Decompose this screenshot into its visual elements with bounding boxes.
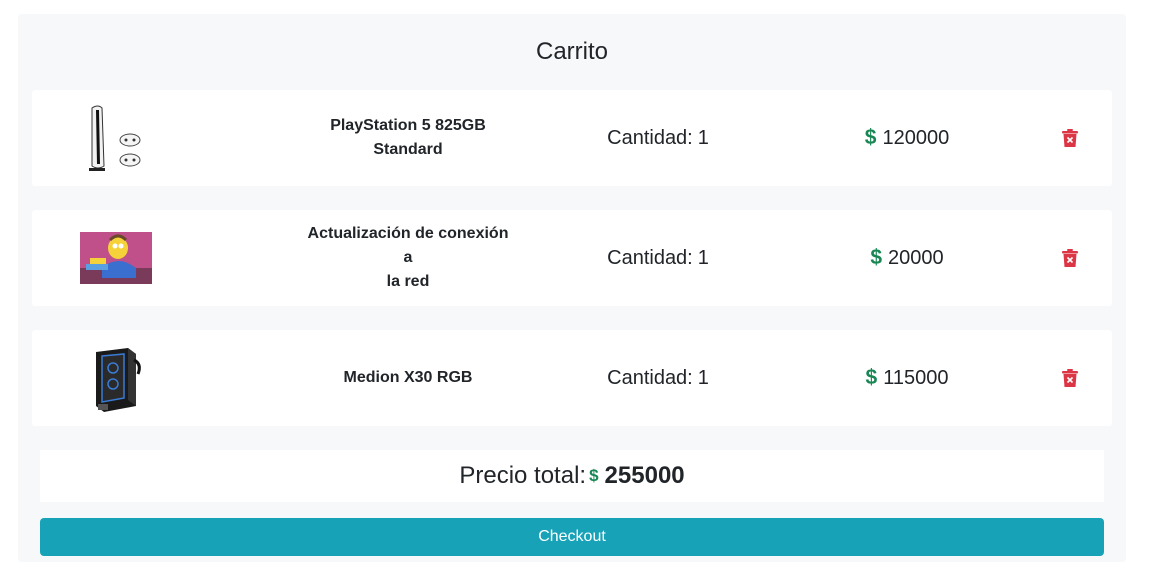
trash-icon bbox=[1062, 249, 1078, 267]
item-quantity: Cantidad: 1 bbox=[572, 90, 744, 186]
total-label: Precio total: bbox=[459, 462, 587, 489]
quantity-value: 1 bbox=[697, 246, 709, 269]
dollar-icon: $ bbox=[864, 126, 877, 149]
quantity-label: Cantidad: bbox=[607, 246, 693, 269]
cartoon-character-image bbox=[80, 232, 152, 284]
delete-item-button[interactable] bbox=[1058, 126, 1082, 150]
playstation-5-image bbox=[89, 105, 141, 171]
price-value: 115000 bbox=[883, 366, 949, 389]
cart-item-row: PlayStation 5 825GB Standard Cantidad: 1… bbox=[32, 90, 1112, 186]
cart-item-row: Actualización de conexión a la red Canti… bbox=[32, 210, 1112, 306]
total-value: 255000 bbox=[604, 462, 685, 489]
item-name-line1: Medion X30 RGB bbox=[343, 369, 473, 386]
item-price: $ 120000 bbox=[822, 90, 992, 186]
item-name: Actualización de conexión a la red bbox=[302, 210, 514, 306]
quantity-label: Cantidad: bbox=[607, 366, 693, 389]
quantity-label: Cantidad: bbox=[607, 126, 693, 149]
price-value: 20000 bbox=[888, 246, 944, 269]
item-price: $ 115000 bbox=[822, 330, 992, 426]
trash-icon bbox=[1062, 129, 1078, 147]
item-name-line1: PlayStation 5 825GB bbox=[330, 117, 486, 134]
total-price-box: Precio total: $ 255000 bbox=[40, 450, 1104, 502]
item-name-line1: Actualización de conexión a bbox=[307, 225, 509, 266]
item-name-line2: la red bbox=[386, 273, 430, 290]
trash-icon bbox=[1062, 369, 1078, 387]
delete-item-button[interactable] bbox=[1058, 366, 1082, 390]
item-name: PlayStation 5 825GB Standard bbox=[302, 90, 514, 186]
cart-title: Carrito bbox=[535, 38, 608, 65]
item-quantity: Cantidad: 1 bbox=[572, 210, 744, 306]
dollar-icon: $ bbox=[870, 246, 883, 269]
item-name-line2: Standard bbox=[373, 141, 443, 158]
cart-item-row: Medion X30 RGB Cantidad: 1 $ 115000 bbox=[32, 330, 1112, 426]
delete-item-button[interactable] bbox=[1058, 246, 1082, 270]
quantity-value: 1 bbox=[697, 126, 709, 149]
quantity-value: 1 bbox=[697, 366, 709, 389]
item-price: $ 20000 bbox=[822, 210, 992, 306]
pc-tower-image bbox=[96, 348, 141, 412]
item-quantity: Cantidad: 1 bbox=[572, 330, 744, 426]
dollar-icon: $ bbox=[589, 466, 599, 485]
item-name: Medion X30 RGB bbox=[302, 330, 514, 426]
dollar-icon: $ bbox=[865, 366, 878, 389]
price-value: 120000 bbox=[882, 126, 950, 149]
cart-panel: Carrito PlayStation 5 825GB Standard Can… bbox=[18, 14, 1126, 562]
checkout-button[interactable]: Checkout bbox=[40, 518, 1104, 556]
